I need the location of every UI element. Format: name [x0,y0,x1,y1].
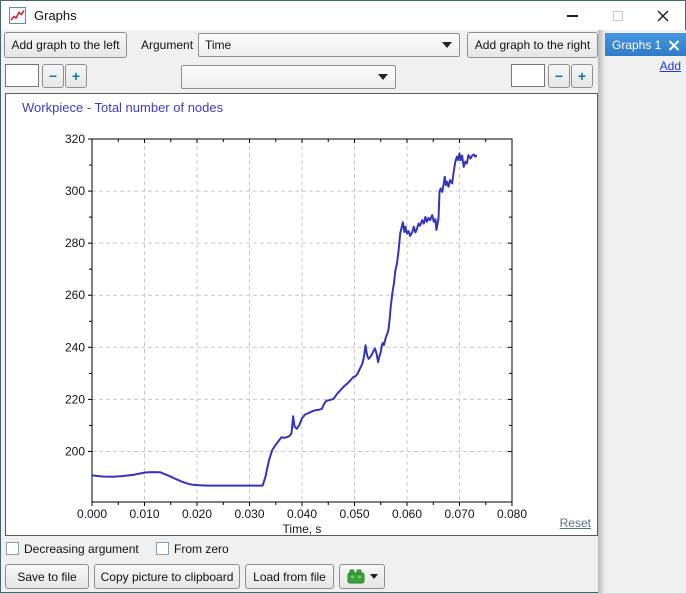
svg-text:200: 200 [65,444,85,458]
graphs-window: Graphs Add graph to the left Argument Ti… [0,0,686,594]
left-scale-input[interactable] [5,64,39,87]
argument-label: Argument [141,38,194,52]
svg-text:0.050: 0.050 [339,507,369,521]
svg-text:0.000: 0.000 [77,507,107,521]
argument-selected-value: Time [205,38,232,52]
minimize-button[interactable] [550,1,595,30]
left-plus-button[interactable]: + [65,64,87,88]
title-bar: Graphs [1,1,685,30]
svg-text:0.080: 0.080 [497,507,527,521]
svg-text:0.040: 0.040 [287,507,317,521]
chevron-down-icon [442,42,452,48]
export-dropdown-button[interactable] [339,564,385,589]
from-zero-checkbox[interactable] [156,542,169,555]
close-icon [657,10,668,21]
argument-combobox[interactable]: Time [198,33,460,57]
svg-text:320: 320 [65,132,85,146]
chevron-down-icon [369,574,378,579]
svg-text:280: 280 [65,236,85,250]
left-minus-button[interactable]: − [42,64,64,88]
graphs-panel: Graphs 1 Add [605,30,686,593]
svg-text:240: 240 [65,340,85,354]
decreasing-argument-label: Decreasing argument [24,542,139,556]
add-graph-right-button[interactable]: Add graph to the right [467,32,598,58]
maximize-button[interactable] [595,1,640,30]
decreasing-argument-checkbox[interactable] [6,542,19,555]
line-chart[interactable]: 0.000 0.010 0.020 0.030 0.040 0.050 0.060 0.070… [6,94,597,536]
svg-text:300: 300 [65,184,85,198]
tab-graphs-1[interactable]: Graphs 1 [605,33,686,56]
app-icon [9,7,26,24]
svg-text:0.020: 0.020 [182,507,212,521]
tab-close-icon[interactable] [665,37,683,53]
close-button[interactable] [640,1,685,30]
right-scale-input[interactable] [511,64,545,87]
save-to-file-button[interactable]: Save to file [5,564,89,589]
panel-splitter[interactable] [598,30,605,594]
svg-text:0.060: 0.060 [392,507,422,521]
from-zero-label: From zero [174,542,229,556]
chevron-down-icon [378,74,388,80]
right-plus-button[interactable]: + [571,64,593,88]
svg-text:Time, s: Time, s [283,522,322,535]
add-graph-link[interactable]: Add [660,59,681,73]
svg-text:260: 260 [65,288,85,302]
load-from-file-button[interactable]: Load from file [245,564,334,589]
series-combobox[interactable] [181,65,396,89]
reset-link[interactable]: Reset [560,516,591,530]
options-row: Decreasing argument From zero [1,539,598,559]
svg-text:0.070: 0.070 [444,507,474,521]
copy-picture-button[interactable]: Copy picture to clipboard [94,564,240,589]
tab-label: Graphs 1 [612,37,662,52]
add-graph-left-button[interactable]: Add graph to the left [4,32,127,58]
svg-text:0.030: 0.030 [234,507,264,521]
svg-text:0.010: 0.010 [129,507,159,521]
window-title: Graphs [34,8,77,23]
svg-text:Workpiece - Total number of no: Workpiece - Total number of nodes [22,100,224,115]
right-minus-button[interactable]: − [548,64,570,88]
chart-container: 0.000 0.010 0.020 0.030 0.040 0.050 0.060 0.070… [5,93,598,536]
brick-icon [347,569,364,584]
maximize-icon [612,10,623,21]
minimize-icon [567,14,578,17]
svg-text:220: 220 [65,392,85,406]
